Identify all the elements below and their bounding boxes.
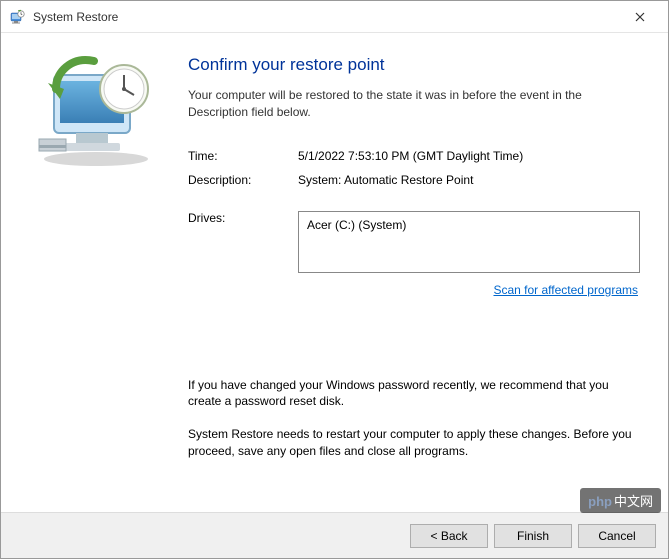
titlebar: System Restore bbox=[1, 1, 668, 33]
system-restore-window: System Restore bbox=[0, 0, 669, 559]
system-restore-icon bbox=[9, 9, 25, 25]
footer-button-bar: < Back Finish Cancel bbox=[1, 512, 668, 558]
page-heading: Confirm your restore point bbox=[188, 55, 640, 75]
finish-button[interactable]: Finish bbox=[494, 524, 572, 548]
sidebar-graphic-area bbox=[1, 33, 176, 512]
time-row: Time: 5/1/2022 7:53:10 PM (GMT Daylight … bbox=[188, 149, 640, 163]
scan-affected-programs-link[interactable]: Scan for affected programs bbox=[188, 283, 640, 297]
drives-label: Drives: bbox=[188, 211, 298, 225]
drives-row: Drives: Acer (C:) (System) bbox=[188, 211, 640, 273]
warnings-area: If you have changed your Windows passwor… bbox=[188, 377, 640, 460]
window-title: System Restore bbox=[33, 10, 620, 24]
description-value: System: Automatic Restore Point bbox=[298, 173, 640, 187]
drives-listbox[interactable]: Acer (C:) (System) bbox=[298, 211, 640, 273]
password-warning: If you have changed your Windows passwor… bbox=[188, 377, 640, 411]
description-row: Description: System: Automatic Restore P… bbox=[188, 173, 640, 187]
description-label: Description: bbox=[188, 173, 298, 187]
page-subtext: Your computer will be restored to the st… bbox=[188, 87, 640, 121]
time-value: 5/1/2022 7:53:10 PM (GMT Daylight Time) bbox=[298, 149, 640, 163]
dialog-body: Confirm your restore point Your computer… bbox=[1, 33, 668, 512]
cancel-button[interactable]: Cancel bbox=[578, 524, 656, 548]
restart-warning: System Restore needs to restart your com… bbox=[188, 426, 640, 460]
restore-graphic-icon bbox=[24, 51, 164, 171]
back-button[interactable]: < Back bbox=[410, 524, 488, 548]
time-label: Time: bbox=[188, 149, 298, 163]
close-button[interactable] bbox=[620, 3, 660, 31]
drive-item: Acer (C:) (System) bbox=[307, 218, 631, 232]
content-area: Confirm your restore point Your computer… bbox=[176, 33, 668, 512]
